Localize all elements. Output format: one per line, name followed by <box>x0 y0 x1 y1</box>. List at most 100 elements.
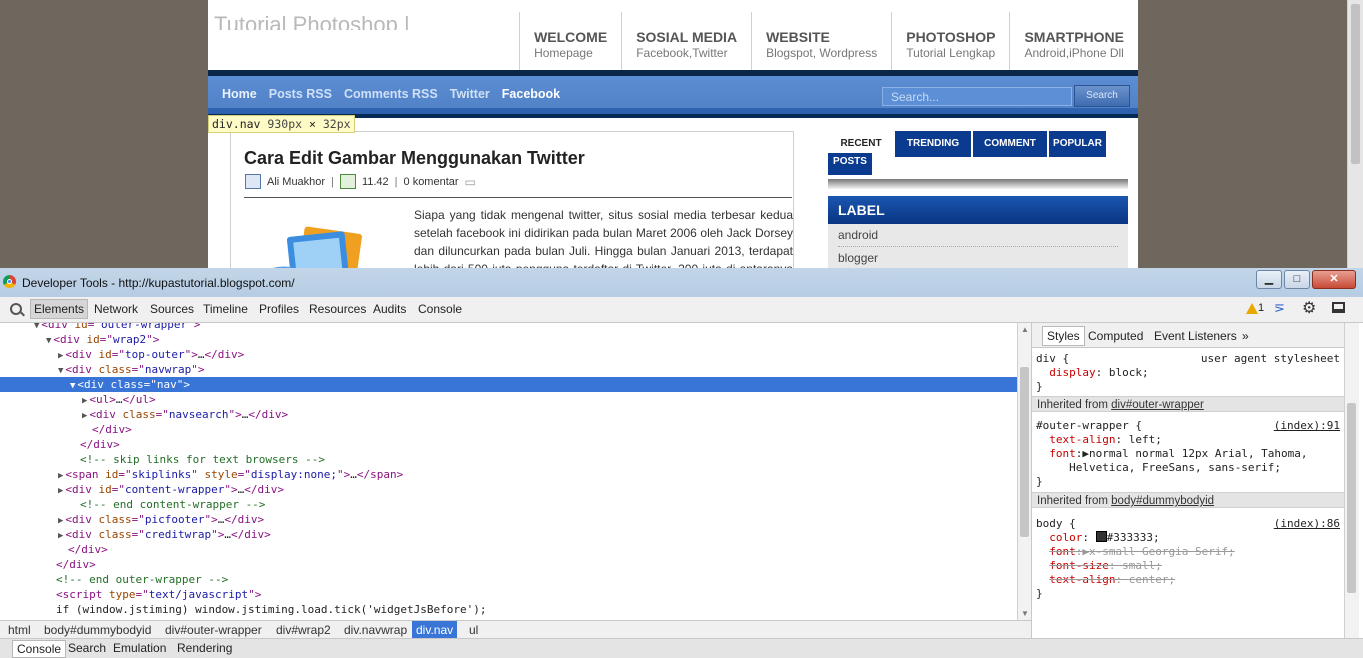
property-name[interactable]: color <box>1049 531 1082 544</box>
menu-item-smartphone[interactable]: SMARTPHONE Android,iPhone Dll <box>1009 12 1138 70</box>
show-drawer-icon[interactable]: ⋝ <box>1274 301 1290 315</box>
nav-link-facebook[interactable]: Facebook <box>502 87 560 101</box>
breadcrumb-item[interactable]: div#outer-wrapper <box>161 621 266 639</box>
inherited-link[interactable]: div#outer-wrapper <box>1111 399 1204 411</box>
breadcrumb-item-selected[interactable]: div.nav <box>412 621 458 639</box>
gear-icon[interactable]: ⚙ <box>1302 300 1316 318</box>
drawer-tab-emulation[interactable]: Emulation <box>113 641 166 655</box>
expand-triangle-icon[interactable]: ▶ <box>82 396 87 406</box>
dom-node[interactable]: ▶ <ul>…</ul> <box>0 392 1017 407</box>
elements-tree[interactable]: ▼ <div id="outer-wrapper"> ▼ <div id="wrap2… <box>0 323 1017 620</box>
dom-node[interactable]: ▶ <div id="top-outer">…</div> <box>0 347 1017 362</box>
style-property-overridden[interactable]: text-align: center; <box>1036 573 1342 587</box>
tab-event-listeners[interactable]: Event Listeners <box>1154 329 1237 343</box>
tab-styles[interactable]: Styles <box>1042 326 1085 346</box>
property-name[interactable]: text-align <box>1049 573 1115 586</box>
post-time[interactable]: 11.42 <box>362 176 389 188</box>
menu-item-website[interactable]: WEBSITE Blogspot, Wordpress <box>751 12 891 70</box>
collapse-triangle-icon[interactable]: ▼ <box>70 381 75 391</box>
nav-link-comments-rss[interactable]: Comments RSS <box>344 87 438 101</box>
expand-triangle-icon[interactable]: ▶ <box>58 486 63 496</box>
style-property[interactable]: text-align: left; <box>1036 433 1342 447</box>
warning-icon[interactable] <box>1246 303 1258 314</box>
property-name[interactable]: font <box>1049 447 1076 460</box>
expand-triangle-icon[interactable]: ▶ <box>58 471 63 481</box>
property-name[interactable]: font-size <box>1049 559 1109 572</box>
color-swatch[interactable] <box>1095 531 1107 542</box>
rule3-source-link[interactable]: (index):86 <box>1274 517 1340 531</box>
tab-console[interactable]: Console <box>418 302 462 316</box>
tab-network[interactable]: Network <box>94 302 138 316</box>
tab-timeline[interactable]: Timeline <box>203 302 248 316</box>
scroll-down-icon[interactable]: ▼ <box>1021 609 1029 618</box>
property-value[interactable]: ▶x-small Georgia Serif; <box>1082 545 1234 558</box>
inherited-link[interactable]: body#dummybodyid <box>1111 495 1214 507</box>
label-item-blogger[interactable]: blogger <box>838 247 1118 268</box>
dom-node[interactable]: <script type="text/javascript"> <box>0 587 1017 602</box>
nav-link-twitter[interactable]: Twitter <box>450 87 490 101</box>
menu-item-sosial-media[interactable]: SOSIAL MEDIA Facebook,Twitter <box>621 12 751 70</box>
rule2-source-link[interactable]: (index):91 <box>1274 419 1340 433</box>
warning-count[interactable]: 1 <box>1258 302 1264 314</box>
blog-search-input[interactable]: Search... <box>882 87 1072 106</box>
dom-node-selected[interactable]: ▼ <div class="nav"> <box>0 377 1017 392</box>
expand-triangle-icon[interactable]: ▶ <box>58 516 63 526</box>
tab-audits[interactable]: Audits <box>373 302 406 316</box>
collapse-triangle-icon[interactable]: ▼ <box>58 366 63 376</box>
dom-node[interactable]: </div> <box>0 422 1017 437</box>
more-tabs-icon[interactable]: » <box>1242 329 1249 343</box>
scroll-up-icon[interactable]: ▲ <box>1021 325 1029 334</box>
dom-node[interactable]: ▼ <div id="outer-wrapper"> <box>0 323 1017 332</box>
tab-resources[interactable]: Resources <box>309 302 366 316</box>
nav-link-posts-rss[interactable]: Posts RSS <box>269 87 332 101</box>
property-value[interactable]: left; <box>1129 433 1162 446</box>
style-property[interactable]: font:▶normal normal 12px Arial, Tahoma, <box>1036 447 1342 461</box>
minimize-button[interactable]: ▁ <box>1256 270 1282 289</box>
dom-node[interactable]: </div> <box>0 557 1017 572</box>
post-comments[interactable]: 0 komentar <box>404 176 459 188</box>
breadcrumb-item[interactable]: html <box>4 621 35 639</box>
tab-posts[interactable]: POSTS <box>828 153 872 175</box>
dom-node[interactable]: ▶ <div id="content-wrapper">…</div> <box>0 482 1017 497</box>
breadcrumb-item[interactable]: div#wrap2 <box>272 621 335 639</box>
styles-scrollbar[interactable] <box>1344 323 1359 638</box>
close-button[interactable]: ✕ <box>1312 270 1356 289</box>
style-property[interactable]: color: #333333; <box>1036 531 1342 545</box>
drawer-tab-console[interactable]: Console <box>12 640 67 658</box>
drawer-tab-search[interactable]: Search <box>68 641 106 655</box>
style-property[interactable]: display: block; <box>1036 366 1342 380</box>
tab-comment[interactable]: COMMENT <box>973 131 1047 157</box>
page-scrollbar-thumb[interactable] <box>1351 4 1360 164</box>
tab-elements[interactable]: Elements <box>30 299 89 319</box>
style-property-overridden[interactable]: font:▶x-small Georgia Serif; <box>1036 545 1342 559</box>
breadcrumb-item[interactable]: body#dummybodyid <box>40 621 155 639</box>
collapse-triangle-icon[interactable]: ▼ <box>46 336 51 346</box>
dom-node[interactable]: <!-- end outer-wrapper --> <box>0 572 1017 587</box>
maximize-button[interactable]: □ <box>1284 270 1310 289</box>
elements-scrollbar-thumb[interactable] <box>1020 367 1029 537</box>
dom-node[interactable]: <!-- end content-wrapper --> <box>0 497 1017 512</box>
page-scrollbar[interactable] <box>1347 0 1363 268</box>
tab-profiles[interactable]: Profiles <box>259 302 299 316</box>
property-name[interactable]: text-align <box>1049 433 1115 446</box>
breadcrumb-item[interactable]: ul <box>465 621 482 639</box>
drawer-tab-rendering[interactable]: Rendering <box>177 641 232 655</box>
dom-node[interactable]: ▶ <div class="creditwrap">…</div> <box>0 527 1017 542</box>
dom-node[interactable]: if (window.jstiming) window.jstiming.loa… <box>0 602 1017 617</box>
property-value[interactable]: small; <box>1122 559 1162 572</box>
menu-item-welcome[interactable]: WELCOME Homepage <box>519 12 621 70</box>
breadcrumb-item[interactable]: div.navwrap <box>340 621 411 639</box>
dom-node[interactable]: </div> <box>0 542 1017 557</box>
label-item-android[interactable]: android <box>838 224 1118 247</box>
dom-node[interactable]: ▼ <div class="navwrap"> <box>0 362 1017 377</box>
inspect-search-icon[interactable] <box>10 303 22 315</box>
expand-triangle-icon[interactable]: ▶ <box>58 531 63 541</box>
dom-node[interactable]: ▶ <span id="skiplinks" style="display:non… <box>0 467 1017 482</box>
property-value[interactable]: ▶normal normal 12px Arial, Tahoma, <box>1082 447 1307 460</box>
expand-triangle-icon[interactable]: ▶ <box>58 351 63 361</box>
property-name[interactable]: font <box>1049 545 1076 558</box>
styles-scrollbar-thumb[interactable] <box>1347 403 1356 593</box>
tab-sources[interactable]: Sources <box>150 302 194 316</box>
property-name[interactable]: display <box>1049 366 1095 379</box>
tab-popular[interactable]: POPULAR <box>1049 131 1106 157</box>
